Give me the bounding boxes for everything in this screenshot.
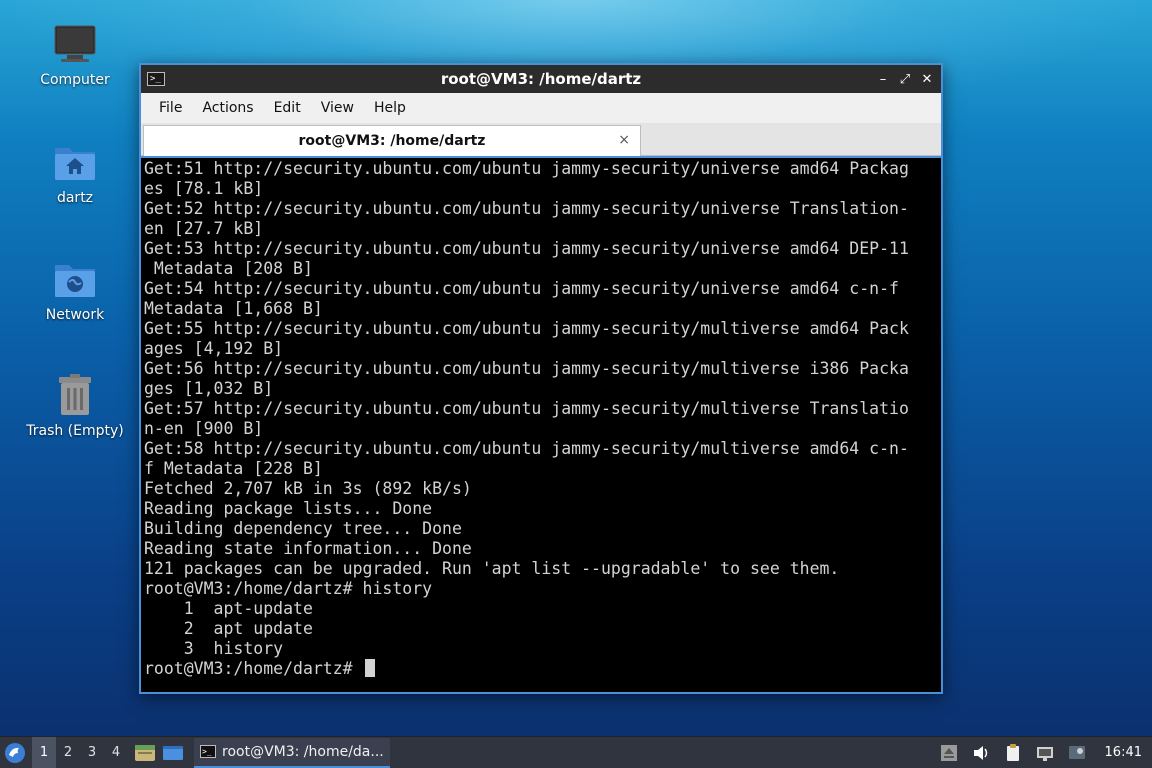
close-button[interactable]: ✕ <box>921 72 933 87</box>
network-folder-icon <box>53 257 97 301</box>
terminal-line: Get:51 http://security.ubuntu.com/ubuntu… <box>144 159 909 178</box>
terminal-app-icon: >_ <box>147 72 165 86</box>
terminal-line: 1 apt-update <box>183 599 313 618</box>
tab-label: root@VM3: /home/dartz <box>298 133 486 149</box>
system-tray: 16:41 <box>939 743 1142 763</box>
desktop-icon-label: dartz <box>56 190 94 206</box>
desktop-icon-home[interactable]: dartz <box>20 140 130 206</box>
terminal-line: Reading package lists... Done <box>144 499 433 518</box>
terminal-line: Metadata [1,668 B] <box>144 299 323 318</box>
workspace-1[interactable]: 1 <box>32 736 56 768</box>
home-folder-icon <box>53 140 97 184</box>
clipboard-icon[interactable] <box>1003 743 1023 763</box>
terminal-line: Metadata [208 B] <box>153 259 313 278</box>
menu-help[interactable]: Help <box>364 100 416 116</box>
terminal-line: 121 packages can be upgraded. Run 'apt l… <box>144 559 840 578</box>
terminal-line: Get:58 http://security.ubuntu.com/ubuntu… <box>144 439 909 458</box>
tab-bar: root@VM3: /home/dartz × <box>141 123 941 156</box>
workspace-switcher: 1 2 3 4 <box>32 736 128 768</box>
terminal-line: 3 history <box>183 639 284 658</box>
trash-icon <box>53 373 97 417</box>
volume-icon[interactable] <box>971 743 991 763</box>
desktop-icon-label: Computer <box>40 72 110 88</box>
terminal-task-icon: >_ <box>200 745 216 758</box>
terminal-line: Fetched 2,707 kB in 3s (892 kB/s) <box>144 479 472 498</box>
terminal-output[interactable]: Get:51 http://security.ubuntu.com/ubuntu… <box>141 156 941 692</box>
show-desktop-icon[interactable] <box>162 744 184 762</box>
terminal-line: Get:54 http://security.ubuntu.com/ubuntu… <box>144 279 899 298</box>
terminal-line: 2 apt update <box>183 619 313 638</box>
eject-icon[interactable] <box>939 743 959 763</box>
terminal-prompt: root@VM3:/home/dartz# <box>144 659 363 678</box>
terminal-line: ges [1,032 B] <box>144 379 274 398</box>
terminal-line: Get:57 http://security.ubuntu.com/ubuntu… <box>144 399 909 418</box>
taskbar-task-terminal[interactable]: >_ root@VM3: /home/da... <box>194 737 390 768</box>
clock[interactable]: 16:41 <box>1105 745 1142 760</box>
start-menu-button[interactable] <box>0 737 30 768</box>
task-label: root@VM3: /home/da... <box>222 743 384 760</box>
workspace-3[interactable]: 3 <box>80 737 104 768</box>
app-menu-icon <box>5 742 25 763</box>
file-manager-icon[interactable] <box>134 744 156 762</box>
terminal-line: en [27.7 kB] <box>144 219 264 238</box>
desktop-icon-label: Trash (Empty) <box>26 423 124 439</box>
window-title: root@VM3: /home/dartz <box>440 70 642 88</box>
menu-bar: File Actions Edit View Help <box>141 93 941 123</box>
terminal-line: f Metadata [228 B] <box>144 459 323 478</box>
terminal-line: Get:53 http://security.ubuntu.com/ubuntu… <box>144 239 909 258</box>
network-icon[interactable] <box>1035 743 1055 763</box>
desktop-icon-computer[interactable]: Computer <box>20 22 130 88</box>
desktop-icon-label: Network <box>45 307 105 323</box>
tab-close-icon[interactable]: × <box>618 132 630 148</box>
terminal-window: >_ root@VM3: /home/dartz – ⤢ ✕ File Acti… <box>139 63 943 694</box>
menu-file[interactable]: File <box>149 100 192 116</box>
tab-terminal[interactable]: root@VM3: /home/dartz × <box>143 125 641 156</box>
terminal-line: es [78.1 kB] <box>144 179 264 198</box>
terminal-line: Reading state information... Done <box>144 539 472 558</box>
menu-actions[interactable]: Actions <box>192 100 263 116</box>
menu-edit[interactable]: Edit <box>264 100 311 116</box>
terminal-line: Building dependency tree... Done <box>144 519 462 538</box>
terminal-text: Get:51 http://security.ubuntu.com/ubuntu… <box>144 159 941 679</box>
maximize-button[interactable]: ⤢ <box>899 72 911 87</box>
desktop-icon-network[interactable]: Network <box>20 257 130 323</box>
menu-view[interactable]: View <box>311 100 364 116</box>
workspace-2[interactable]: 2 <box>56 737 80 768</box>
window-titlebar[interactable]: >_ root@VM3: /home/dartz – ⤢ ✕ <box>141 65 941 93</box>
terminal-line: Get:52 http://security.ubuntu.com/ubuntu… <box>144 199 909 218</box>
minimize-button[interactable]: – <box>877 72 889 87</box>
workspace-4[interactable]: 4 <box>104 737 128 768</box>
computer-icon <box>53 22 97 66</box>
terminal-line: Get:56 http://security.ubuntu.com/ubuntu… <box>144 359 909 378</box>
terminal-line: n-en [900 B] <box>144 419 264 438</box>
notification-icon[interactable] <box>1067 743 1087 763</box>
terminal-line: root@VM3:/home/dartz# history <box>144 579 433 598</box>
terminal-cursor <box>364 659 375 677</box>
terminal-line: ages [4,192 B] <box>144 339 284 358</box>
taskbar: 1 2 3 4 >_ root@VM3: /home/da... 16:41 <box>0 736 1152 768</box>
desktop-icon-trash[interactable]: Trash (Empty) <box>20 373 130 439</box>
terminal-line: Get:55 http://security.ubuntu.com/ubuntu… <box>144 319 909 338</box>
